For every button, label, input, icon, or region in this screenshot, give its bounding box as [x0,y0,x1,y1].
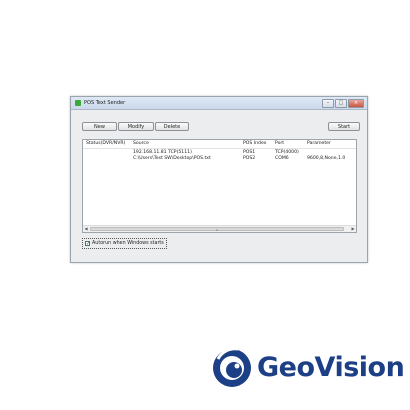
app-icon [75,100,81,106]
delete-button[interactable]: Delete [155,122,189,131]
column-header-source[interactable]: Source [133,140,149,148]
geovision-eye-icon [213,347,251,387]
window-controls: – □ × [322,99,364,108]
minimize-button[interactable]: – [322,99,334,108]
pos-text-sender-window: POS Text Sender – □ × New Modify Delete … [70,96,368,263]
geovision-logo: GeoVision [212,345,405,391]
close-button[interactable]: × [348,99,364,108]
column-header-status[interactable]: Status(DVR/NVR) [86,140,125,148]
new-button[interactable]: New [82,122,117,131]
scroll-right-arrow-icon[interactable]: ▶ [350,226,356,232]
scrollbar-grip-icon: ≡ [215,228,219,232]
cell-port: COM6 [275,156,289,161]
scrollbar-thumb[interactable]: ≡ [90,227,344,232]
scroll-left-arrow-icon[interactable]: ◀ [83,226,89,232]
start-button[interactable]: Start [328,122,360,131]
table-row[interactable]: C:\Users\Test SW\Desktop\POS.txt POS2 CO… [83,155,356,162]
column-header-parameter[interactable]: Parameter [307,140,331,148]
list-header: Status(DVR/NVR) Source POS Index Port Pa… [83,140,356,149]
brand-name: GeoVision [257,352,405,383]
column-header-pos-index[interactable]: POS Index [243,140,266,148]
modify-button[interactable]: Modify [118,122,154,131]
window-title: POS Text Sender [84,100,126,106]
column-header-port[interactable]: Port [275,140,284,148]
pos-list-view[interactable]: Status(DVR/NVR) Source POS Index Port Pa… [82,139,357,233]
cell-source: C:\Users\Test SW\Desktop\POS.txt [133,156,211,161]
maximize-button[interactable]: □ [335,99,347,108]
autorun-option[interactable]: ✓ Autorun when Windows starts [82,238,167,249]
autorun-label: Autorun when Windows starts [92,241,164,246]
autorun-checkbox[interactable]: ✓ [85,241,90,247]
cell-pos-index: POS2 [243,156,256,161]
horizontal-scrollbar[interactable]: ◀ ≡ ▶ [83,225,356,232]
title-bar[interactable]: POS Text Sender – □ × [71,97,367,110]
cell-parameter: 9600,8,None,1.0 [307,156,346,161]
